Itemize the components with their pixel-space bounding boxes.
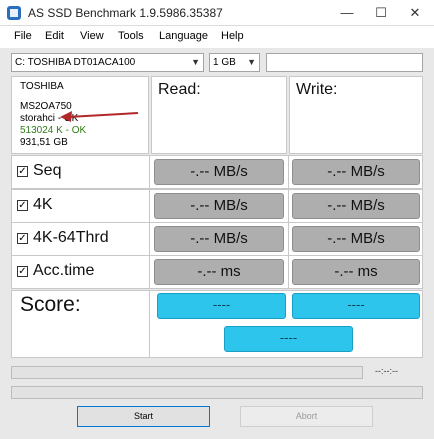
score-label: Score: (20, 293, 81, 316)
test-row-seq: ✓ Seq -.-- MB/s -.-- MB/s (11, 155, 423, 189)
acc-time-read-result: -.-- ms (154, 259, 284, 285)
info-field (266, 53, 423, 72)
write-column-header: Write: (289, 76, 423, 154)
drive-model: TOSHIBA (20, 81, 64, 92)
read-score: ---- (157, 293, 286, 319)
progress-bar (11, 366, 363, 379)
drive-select[interactable]: C: TOSHIBA DT01ACA100 ▼ (11, 53, 204, 72)
menu-help[interactable]: Help (221, 30, 244, 42)
score-panel: Score: ---- ---- ---- (11, 290, 423, 358)
seq-write-result: -.-- MB/s (292, 159, 420, 185)
menu-edit[interactable]: Edit (45, 30, 64, 42)
read-column-header: Read: (151, 76, 287, 154)
4k-64thrd-checkbox[interactable]: ✓ (17, 233, 28, 244)
menu-file[interactable]: File (14, 30, 32, 42)
start-button[interactable]: Start (77, 406, 210, 427)
column-divider (288, 156, 289, 188)
minimize-button[interactable]: — (330, 0, 364, 26)
status-bar (11, 386, 423, 399)
test-row-4k: ✓ 4K -.-- MB/s -.-- MB/s (11, 189, 423, 223)
4k-read-result: -.-- MB/s (154, 193, 284, 219)
acc-time-label: Acc.time (33, 262, 95, 279)
read-header-label: Read: (158, 81, 201, 98)
4k-64thrd-read-result: -.-- MB/s (154, 226, 284, 252)
total-score: ---- (224, 326, 353, 352)
close-button[interactable]: ✕ (398, 0, 432, 26)
acc-time-checkbox[interactable]: ✓ (17, 266, 28, 277)
column-divider (288, 256, 289, 288)
menu-language[interactable]: Language (159, 30, 208, 42)
4k-64thrd-write-result: -.-- MB/s (292, 226, 420, 252)
row-label-cell: ✓ 4K-64Thrd (12, 223, 150, 255)
4k-write-result: -.-- MB/s (292, 193, 420, 219)
score-label-cell: Score: (12, 291, 150, 357)
chevron-down-icon: ▼ (191, 57, 200, 67)
acc-time-write-result: -.-- ms (292, 259, 420, 285)
write-score: ---- (292, 293, 420, 319)
row-label-cell: ✓ Seq (12, 156, 150, 188)
test-size-select[interactable]: 1 GB ▼ (209, 53, 260, 72)
4k-label: 4K (33, 196, 53, 213)
row-label-cell: ✓ Acc.time (12, 256, 150, 288)
test-row-acc-time: ✓ Acc.time -.-- ms -.-- ms (11, 255, 423, 289)
chevron-down-icon: ▼ (247, 57, 256, 67)
elapsed-time: --:--:-- (375, 366, 398, 376)
drive-select-value: C: TOSHIBA DT01ACA100 (15, 57, 136, 68)
test-row-4k-64thrd: ✓ 4K-64Thrd -.-- MB/s -.-- MB/s (11, 222, 423, 256)
write-header-label: Write: (296, 81, 338, 98)
row-label-cell: ✓ 4K (12, 190, 150, 222)
window-title: AS SSD Benchmark 1.9.5986.35387 (28, 6, 223, 20)
seq-label: Seq (33, 162, 62, 179)
drive-alignment-status: 513024 K - OK (20, 125, 87, 136)
seq-checkbox[interactable]: ✓ (17, 166, 28, 177)
drive-capacity: 931,51 GB (20, 137, 68, 148)
menu-tools[interactable]: Tools (118, 30, 144, 42)
abort-button[interactable]: Abort (240, 406, 373, 427)
menu-view[interactable]: View (80, 30, 104, 42)
maximize-button[interactable]: ☐ (364, 0, 398, 26)
4k-checkbox[interactable]: ✓ (17, 200, 28, 211)
column-divider (288, 190, 289, 222)
4k-64thrd-label: 4K-64Thrd (33, 229, 109, 246)
menu-bar: File Edit View Tools Language Help (0, 26, 434, 48)
column-divider (288, 223, 289, 255)
app-icon (7, 6, 21, 20)
annotation-arrow-icon (60, 111, 139, 122)
title-bar: AS SSD Benchmark 1.9.5986.35387 — ☐ ✕ (0, 0, 434, 26)
seq-read-result: -.-- MB/s (154, 159, 284, 185)
test-size-value: 1 GB (213, 57, 236, 68)
